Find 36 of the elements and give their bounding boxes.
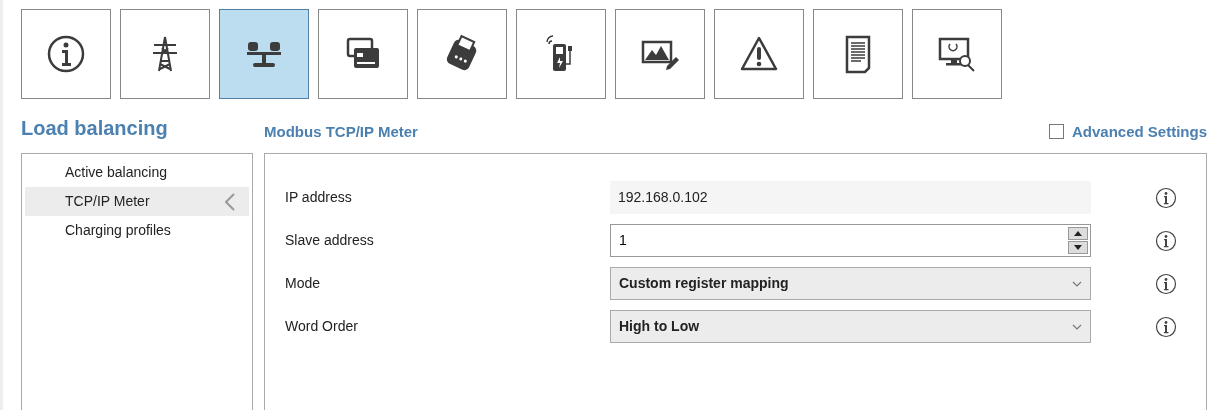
chevron-down-icon: [1072, 280, 1082, 287]
checkbox[interactable]: [1048, 124, 1064, 140]
decrement-button[interactable]: [1068, 241, 1088, 254]
number-field[interactable]: 1: [619, 230, 1068, 251]
info-icon[interactable]: [1155, 186, 1177, 209]
info-icon[interactable]: [1155, 229, 1177, 252]
page-title: Load balancing: [21, 116, 169, 141]
toolbar-button[interactable]: [219, 9, 309, 99]
toolbar-button[interactable]: [318, 9, 408, 99]
toolbar-button[interactable]: [516, 9, 606, 99]
info-icon[interactable]: [1155, 315, 1177, 338]
toolbar-button[interactable]: [615, 9, 705, 99]
toolbar-button[interactable]: [417, 9, 507, 99]
toolbar-button[interactable]: [120, 9, 210, 99]
toolbar-button[interactable]: [912, 9, 1002, 99]
sidebar-item[interactable]: Active balancing: [25, 158, 249, 187]
field-label: IP address: [285, 188, 353, 207]
sidebar-item[interactable]: Charging profiles: [25, 216, 249, 245]
toolbar-button[interactable]: [21, 9, 111, 99]
toolbar-button[interactable]: [813, 9, 903, 99]
section-title: Modbus TCP/IP Meter: [264, 121, 418, 142]
dropdown[interactable]: High to Low: [610, 310, 1091, 343]
chevron-down-icon: [1072, 323, 1082, 330]
checkbox-label: Advanced Settings: [1071, 121, 1207, 142]
dropdown[interactable]: Custom register mapping: [610, 267, 1091, 300]
info-icon: [46, 34, 86, 74]
field-label: Slave address: [285, 231, 375, 250]
sidebar-item[interactable]: TCP/IP Meter: [25, 187, 249, 216]
increment-button[interactable]: [1068, 227, 1088, 240]
chevron-left-icon: [225, 192, 235, 211]
number-spinner[interactable]: 1: [610, 224, 1091, 257]
info-icon[interactable]: [1155, 272, 1177, 295]
toolbar-button[interactable]: [714, 9, 804, 99]
field-label: Mode: [285, 274, 322, 293]
field-label: Word Order: [285, 317, 359, 336]
readonly-field: 192.168.0.102: [610, 181, 1091, 214]
